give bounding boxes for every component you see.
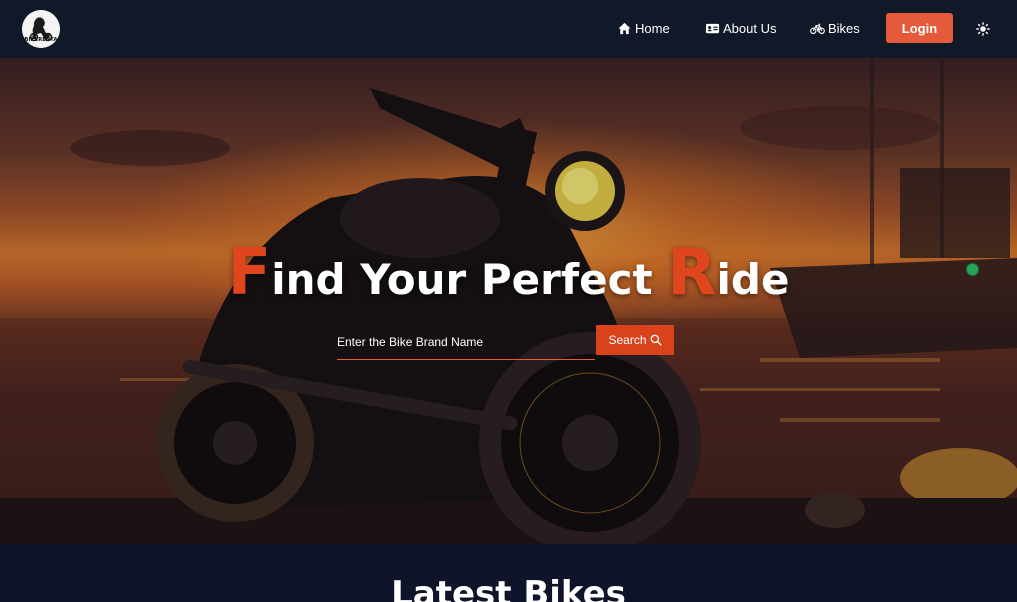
theme-toggle[interactable] xyxy=(976,22,990,36)
nav-bikes[interactable]: Bikes xyxy=(810,21,860,36)
magnifier-icon xyxy=(650,334,662,346)
nav-about-us[interactable]: About Us xyxy=(705,21,776,36)
latest-bikes-section: Latest Bikes xyxy=(0,544,1017,602)
nav-bikes-label: Bikes xyxy=(828,21,860,36)
nav-about-label: About Us xyxy=(723,21,777,36)
search-button-label: Search xyxy=(608,333,647,347)
bicycle-icon xyxy=(810,21,825,36)
navbar: BIKERENTA Home About Us Bikes Login xyxy=(0,0,1017,58)
hero-title-letter-f: F xyxy=(227,236,272,310)
nav-home[interactable]: Home xyxy=(617,21,670,36)
hero-title-part-1: ind Your Perfect xyxy=(271,255,668,304)
logo-text: BIKERENTA xyxy=(24,37,58,43)
id-card-icon xyxy=(705,21,720,36)
hero-banner: Find Your Perfect Ride Search xyxy=(0,58,1017,544)
hero-title-letter-r: R xyxy=(667,236,717,310)
nav-home-label: Home xyxy=(635,21,670,36)
sun-icon xyxy=(976,22,990,36)
hero-title: Find Your Perfect Ride xyxy=(0,236,1017,310)
bike-brand-search-input[interactable] xyxy=(337,325,595,360)
home-icon xyxy=(617,21,632,36)
section-title: Latest Bikes xyxy=(391,574,626,602)
search-bar: Search xyxy=(337,325,674,361)
site-logo[interactable]: BIKERENTA xyxy=(22,10,60,48)
hero-title-part-2: ide xyxy=(716,255,790,304)
search-button[interactable]: Search xyxy=(596,325,674,355)
login-button[interactable]: Login xyxy=(886,13,953,43)
